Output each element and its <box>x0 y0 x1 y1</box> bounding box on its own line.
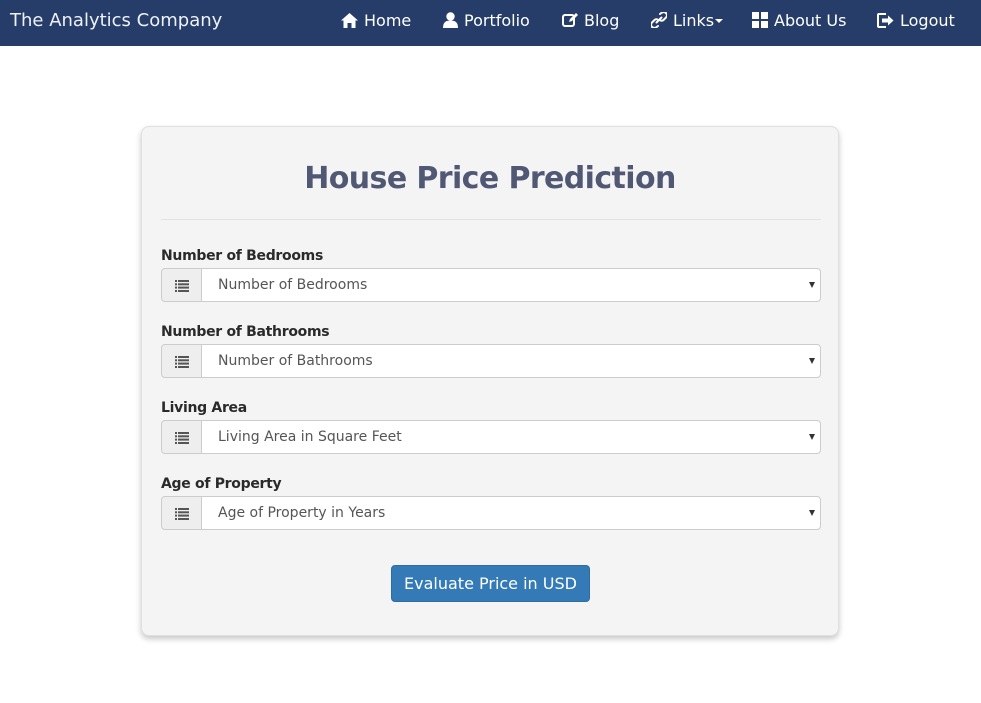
bathrooms-select-value: Number of Bathrooms <box>218 353 373 369</box>
property-age-input-group: Age of Property in Years <box>161 496 821 530</box>
nav-logout[interactable]: Logout <box>877 0 955 42</box>
bathrooms-addon <box>161 344 202 378</box>
evaluate-price-button[interactable]: Evaluate Price in USD <box>391 565 590 602</box>
property-age-select[interactable]: Age of Property in Years <box>201 496 821 530</box>
list-icon <box>175 432 189 444</box>
bedrooms-select[interactable]: Number of Bedrooms <box>201 268 821 302</box>
nav-about-us[interactable]: About Us <box>752 0 846 42</box>
bathrooms-input-group: Number of Bathrooms <box>161 344 821 378</box>
bedrooms-select-value: Number of Bedrooms <box>218 277 368 293</box>
living-area-addon <box>161 420 202 454</box>
living-area-select-value: Living Area in Square Feet <box>218 429 402 445</box>
nav-home[interactable]: Home <box>341 0 411 42</box>
edit-icon <box>562 13 578 27</box>
grid-icon <box>752 12 768 28</box>
nav-blog[interactable]: Blog <box>562 0 619 42</box>
bedrooms-input-group: Number of Bedrooms <box>161 268 821 302</box>
nav-about-label: About Us <box>774 11 847 30</box>
dropdown-arrow-icon <box>809 434 815 440</box>
bathrooms-label: Number of Bathrooms <box>161 324 330 340</box>
top-navbar: The Analytics Company Home Portfolio Blo… <box>0 0 981 46</box>
nav-home-label: Home <box>364 11 412 30</box>
home-icon <box>341 13 358 28</box>
title-divider <box>161 219 821 220</box>
nav-links-label: Links <box>673 11 715 30</box>
nav-links-dropdown[interactable]: Links <box>651 0 724 42</box>
bedrooms-addon <box>161 268 202 302</box>
living-area-label: Living Area <box>161 400 247 416</box>
dropdown-arrow-icon <box>809 510 815 516</box>
property-age-addon <box>161 496 202 530</box>
nav-blog-label: Blog <box>584 11 620 30</box>
living-area-input-group: Living Area in Square Feet <box>161 420 821 454</box>
brand-link[interactable]: The Analytics Company <box>10 0 222 42</box>
logout-icon <box>877 13 894 28</box>
living-area-select[interactable]: Living Area in Square Feet <box>201 420 821 454</box>
bedrooms-label: Number of Bedrooms <box>161 248 323 264</box>
nav-logout-label: Logout <box>900 11 955 30</box>
link-icon <box>651 12 667 28</box>
bathrooms-select[interactable]: Number of Bathrooms <box>201 344 821 378</box>
list-icon <box>175 356 189 368</box>
list-icon <box>175 508 189 520</box>
property-age-label: Age of Property <box>161 476 282 492</box>
caret-down-icon <box>715 19 724 23</box>
list-icon <box>175 280 189 292</box>
dropdown-arrow-icon <box>809 358 815 364</box>
user-icon <box>443 12 458 28</box>
nav-portfolio[interactable]: Portfolio <box>443 0 530 42</box>
prediction-form-card: House Price Prediction Number of Bedroom… <box>141 126 839 636</box>
nav-portfolio-label: Portfolio <box>464 11 530 30</box>
property-age-select-value: Age of Property in Years <box>218 505 386 521</box>
dropdown-arrow-icon <box>809 282 815 288</box>
form-title: House Price Prediction <box>304 161 676 196</box>
